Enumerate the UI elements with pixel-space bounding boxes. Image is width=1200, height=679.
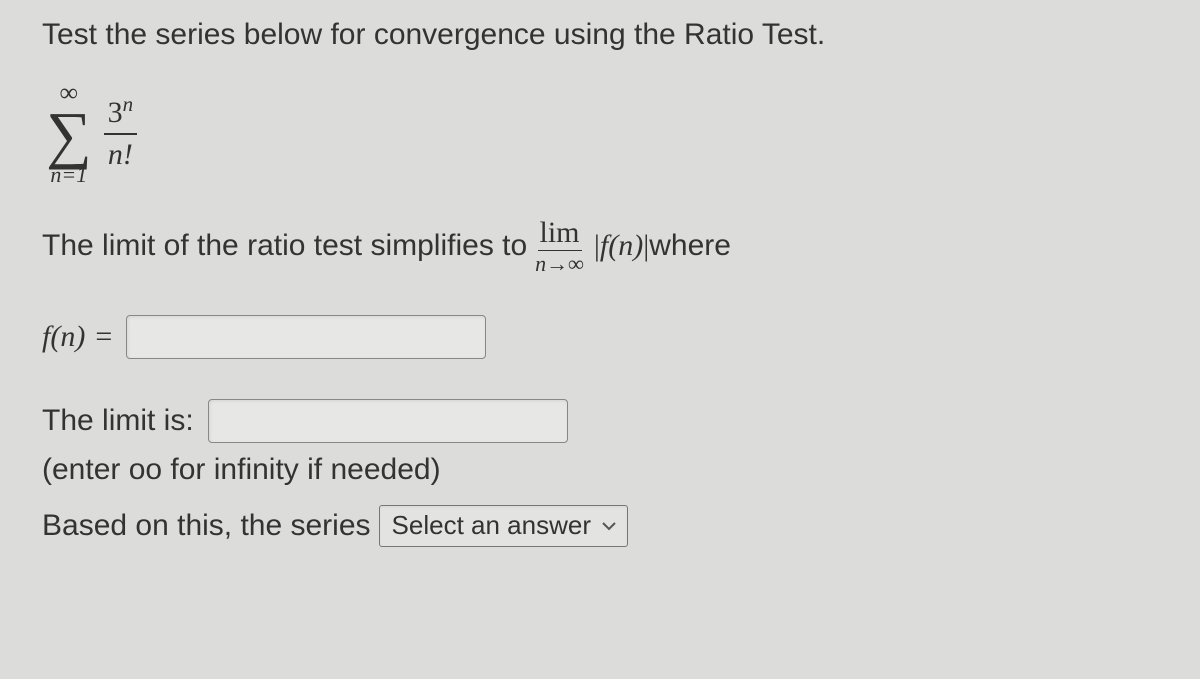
limit-expression: lim n→∞ xyxy=(535,218,584,275)
chevron-down-icon xyxy=(601,520,617,532)
fraction-bar xyxy=(104,133,138,135)
fn-label: f(n) xyxy=(42,320,85,354)
series-fraction: 3n n! xyxy=(104,92,138,173)
conclusion-prefix: Based on this, the series xyxy=(42,509,371,543)
sigma-block: ∞ ∑ n=1 xyxy=(46,80,92,186)
question-card: Test the series below for convergence us… xyxy=(0,0,1200,679)
fn-of-n: f(n) xyxy=(600,229,643,263)
ratio-suffix: where xyxy=(649,229,731,263)
ratio-prefix: The limit of the ratio test simplifies t… xyxy=(42,229,527,263)
series-expression: ∞ ∑ n=1 3n n! xyxy=(46,80,137,186)
input-hint: (enter oo for infinity if needed) xyxy=(42,453,1160,487)
fn-input[interactable] xyxy=(126,315,486,359)
sigma-symbol: ∑ xyxy=(46,106,92,164)
select-placeholder: Select an answer xyxy=(392,510,591,541)
fraction-denominator: n! xyxy=(104,137,137,173)
fn-input-row: f(n) = xyxy=(42,315,1160,359)
sigma-lower: n=1 xyxy=(50,164,87,186)
conclusion-row: Based on this, the series Select an answ… xyxy=(42,505,1160,547)
lim-word: lim xyxy=(538,218,582,251)
ratio-test-sentence: The limit of the ratio test simplifies t… xyxy=(42,218,1160,275)
question-prompt: Test the series below for convergence us… xyxy=(42,18,1160,52)
numerator-base: 3 xyxy=(108,96,123,129)
fraction-numerator: 3n xyxy=(104,92,138,131)
limit-input-row: The limit is: xyxy=(42,399,1160,443)
limit-label: The limit is: xyxy=(42,404,194,438)
limit-input[interactable] xyxy=(208,399,568,443)
conclusion-select[interactable]: Select an answer xyxy=(379,505,628,547)
equals-sign: = xyxy=(95,320,112,354)
lim-subscript: n→∞ xyxy=(535,251,584,275)
numerator-exponent: n xyxy=(123,92,134,116)
